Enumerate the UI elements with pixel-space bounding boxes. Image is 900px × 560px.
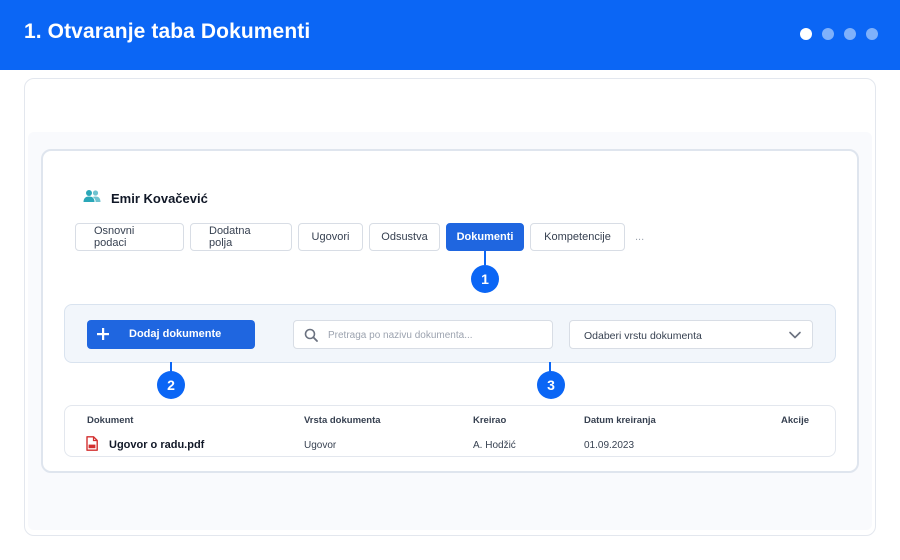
step-dot-1[interactable] — [800, 28, 812, 40]
step-marker-2: 2 — [157, 371, 185, 399]
col-header-actions: Akcije — [781, 415, 809, 426]
add-documents-button[interactable]: Dodaj dokumente — [87, 320, 255, 349]
page-title: 1. Otvaranje taba Dokumenti — [24, 20, 311, 43]
tab-bar: Osnovni podaci Dodatna polja Ugovori Ods… — [75, 223, 644, 251]
marker-1-connector — [484, 251, 486, 265]
users-icon — [83, 189, 101, 208]
step-indicator — [800, 28, 878, 40]
col-header-created-date: Datum kreiranja — [584, 415, 656, 426]
tab-dodatna-polja[interactable]: Dodatna polja — [190, 223, 292, 251]
document-name-link[interactable]: Ugovor o radu.pdf — [109, 439, 204, 451]
col-header-document: Dokument — [87, 415, 134, 426]
tab-kompetencije[interactable]: Kompetencije — [530, 223, 625, 251]
tab-ugovori[interactable]: Ugovori — [298, 223, 363, 251]
search-icon — [304, 328, 318, 347]
document-type-cell: Ugovor — [304, 440, 337, 451]
add-documents-label: Dodaj dokumente — [129, 328, 222, 340]
step-marker-1: 1 — [471, 265, 499, 293]
chevron-down-icon — [788, 328, 802, 347]
plus-icon — [97, 324, 109, 345]
col-header-created-by: Kreirao — [473, 415, 507, 426]
pdf-file-icon — [86, 436, 98, 456]
document-type-select-label: Odaberi vrstu dokumenta — [584, 330, 702, 342]
employee-header: Emir Kovačević — [83, 189, 208, 208]
tab-dokumenti[interactable]: Dokumenti — [446, 223, 524, 251]
col-header-type: Vrsta dokumenta — [304, 415, 381, 426]
document-type-select[interactable]: Odaberi vrstu dokumenta — [569, 320, 813, 349]
step-dot-3[interactable] — [844, 28, 856, 40]
page-header: 1. Otvaranje taba Dokumenti — [0, 0, 900, 70]
tab-osnovni-podaci[interactable]: Osnovni podaci — [75, 223, 184, 251]
created-date-cell: 01.09.2023 — [584, 440, 635, 451]
step-marker-3: 3 — [537, 371, 565, 399]
tab-odsustva[interactable]: Odsustva — [369, 223, 440, 251]
document-search — [293, 320, 553, 349]
employee-name: Emir Kovačević — [111, 191, 208, 206]
search-input[interactable] — [328, 326, 546, 344]
step-dot-4[interactable] — [866, 28, 878, 40]
tab-overflow[interactable]: ... — [631, 231, 644, 243]
created-by-cell: A. Hodžić — [473, 440, 516, 451]
step-dot-2[interactable] — [822, 28, 834, 40]
